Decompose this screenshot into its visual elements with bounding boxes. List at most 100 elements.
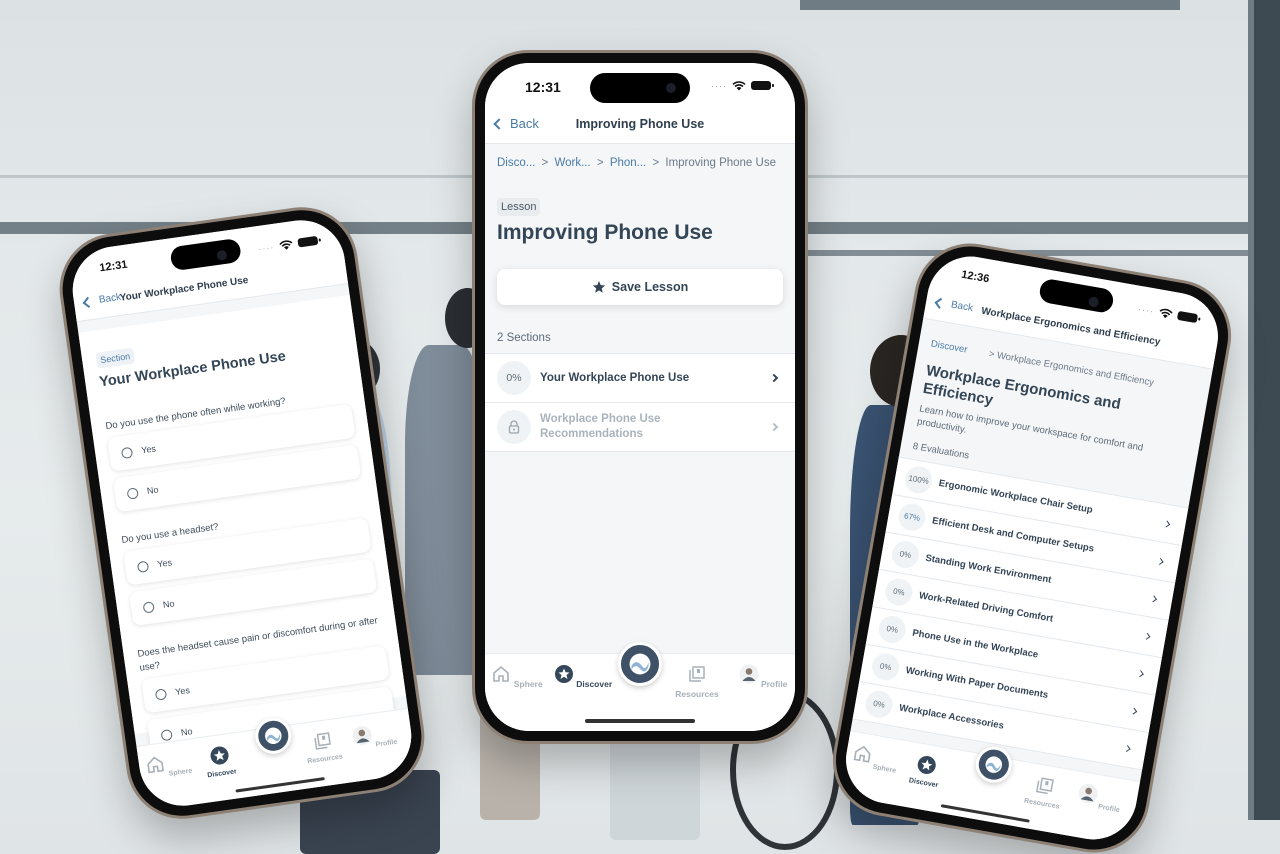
evaluation-label: Workplace Accessories [898, 702, 1005, 732]
star-circle-icon [210, 746, 229, 765]
tab-sphere[interactable]: Sphere [142, 749, 195, 781]
wifi-icon [279, 240, 293, 250]
breadcrumb-separator: > [652, 157, 660, 169]
chevron-right-icon [1130, 707, 1138, 715]
option-label: Yes [140, 443, 157, 456]
tab-label: Discover [576, 679, 613, 689]
resources-icon [689, 666, 705, 682]
breadcrumb-link[interactable]: Discover [930, 338, 968, 355]
resources-icon [314, 732, 331, 750]
tab-discover[interactable]: Discover [898, 751, 953, 791]
resources-icon [1035, 777, 1054, 795]
tab-label: Profile [760, 679, 788, 689]
page-title: Improving Phone Use [497, 221, 713, 244]
back-button[interactable]: Back [934, 297, 974, 315]
progress-badge: 0% [883, 576, 915, 608]
home-icon [853, 745, 871, 763]
tab-label: Profile [375, 738, 398, 749]
tab-label: Discover [908, 777, 939, 790]
save-lesson-button[interactable]: Save Lesson [497, 269, 783, 305]
tab-resources[interactable]: Resources [1016, 772, 1071, 812]
radio-button[interactable] [154, 687, 168, 701]
section-tag: Section [95, 347, 136, 369]
progress-badge: 0% [863, 688, 895, 720]
progress-badge: 67% [896, 501, 928, 533]
tab-discover[interactable]: Discover [553, 664, 613, 689]
tab-sphere[interactable]: Sphere [848, 742, 902, 775]
chevron-left-icon [82, 296, 94, 308]
breadcrumb-separator: > [596, 157, 604, 169]
tab-profile[interactable]: Profile [733, 664, 793, 689]
home-indicator[interactable] [940, 804, 1030, 823]
lock-badge [497, 410, 531, 444]
tab-resources[interactable]: Resources [296, 728, 350, 767]
breadcrumb: Disco... > Work... > Phon... > Improving… [497, 157, 776, 169]
section-item-locked[interactable]: Workplace Phone Use Recommendations [485, 403, 795, 452]
chevron-right-icon [1123, 744, 1131, 752]
background-stripe [800, 0, 1180, 10]
section-item[interactable]: 0% Your Workplace Phone Use [485, 354, 795, 403]
battery-icon [1176, 310, 1199, 324]
chevron-right-icon [1143, 632, 1151, 640]
breadcrumb-current: Improving Phone Use [665, 157, 776, 169]
option-label: Yes [156, 557, 173, 570]
lock-icon [508, 420, 520, 434]
tab-profile[interactable]: Profile [1073, 781, 1127, 814]
chevron-right-icon [769, 373, 779, 383]
wifi-icon [1159, 308, 1173, 319]
chevron-right-icon [1156, 557, 1164, 565]
progress-badge: 100% [902, 464, 935, 496]
tab-resources[interactable]: Resources [667, 664, 727, 699]
option-label: No [180, 726, 194, 738]
status-time: 12:31 [98, 258, 129, 275]
profile-avatar-icon [739, 664, 759, 684]
chevron-left-icon [934, 297, 946, 309]
home-indicator[interactable] [585, 719, 695, 723]
tab-profile[interactable]: Profile [348, 720, 401, 752]
evaluations-count: 8 Evaluations [911, 440, 970, 462]
sphere-logo-icon [985, 756, 1003, 773]
profile-avatar-icon [1078, 784, 1098, 804]
background-pillar [1254, 0, 1280, 820]
home-icon [147, 756, 165, 774]
app-logo-button[interactable] [972, 743, 1015, 786]
tab-sphere[interactable]: Sphere [487, 664, 547, 689]
radio-button[interactable] [120, 446, 134, 459]
breadcrumb-link[interactable]: Work... [554, 157, 590, 169]
phone-screen: 12:31 ···· Back Improving Phone Use Disc… [485, 63, 795, 731]
profile-avatar-icon [352, 725, 372, 745]
battery-icon [297, 235, 319, 248]
star-icon [592, 281, 605, 293]
back-label: Back [98, 291, 122, 306]
option-label: No [146, 484, 160, 496]
question-block: Do you use the phone often while working… [105, 386, 363, 519]
app-logo-button[interactable] [618, 642, 662, 686]
section-label: Your Workplace Phone Use [540, 371, 690, 384]
radio-button[interactable] [126, 486, 139, 500]
progress-badge: 0% [497, 361, 531, 395]
progress-badge: 0% [889, 538, 922, 571]
chevron-right-icon [769, 422, 779, 432]
back-label: Back [950, 299, 974, 315]
home-indicator[interactable] [235, 777, 325, 793]
tab-bar: Sphere Discover Resources Profile [485, 642, 795, 731]
sections-list: 0% Your Workplace Phone Use Workplace Ph… [485, 353, 795, 452]
evaluations-list: 100% Ergonomic Workplace Chair Setup 67% E… [852, 456, 1189, 771]
tab-discover[interactable]: Discover [193, 742, 247, 781]
chevron-right-icon [1163, 520, 1171, 528]
section-label: Workplace Phone Use Recommendations [540, 413, 661, 440]
chevron-right-icon [1150, 594, 1158, 602]
dynamic-island [590, 73, 690, 103]
signal-icon: ···· [1137, 303, 1155, 317]
radio-button[interactable] [136, 560, 150, 573]
breadcrumb-link[interactable]: Phon... [610, 157, 646, 169]
tab-label: Resources [306, 753, 344, 766]
radio-button[interactable] [160, 728, 173, 741]
back-button[interactable]: Back [82, 291, 122, 308]
sections-count: 2 Sections [497, 332, 551, 344]
status-time: 12:31 [525, 79, 561, 95]
breadcrumb-link[interactable]: Disco... [497, 157, 535, 169]
radio-button[interactable] [142, 600, 155, 614]
question-block: Do you use a headset? Yes No [121, 500, 379, 633]
battery-icon [751, 81, 774, 90]
